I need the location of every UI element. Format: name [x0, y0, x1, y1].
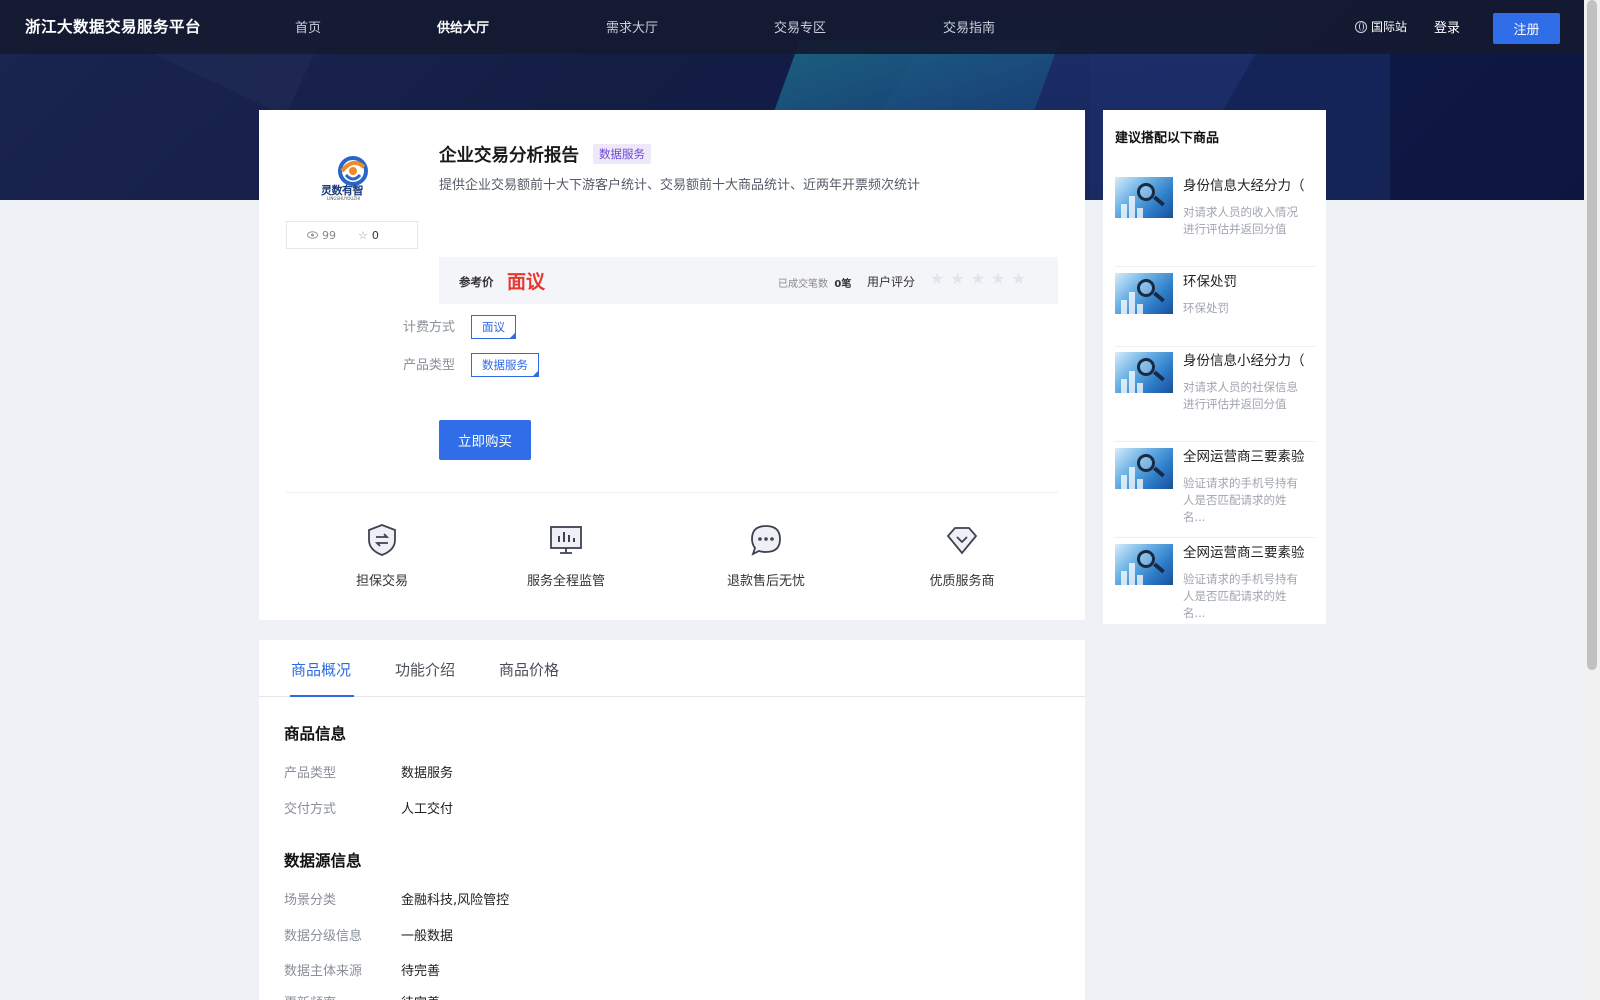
star-outline-icon: ☆	[358, 228, 368, 242]
recommendation-item[interactable]: 环保处罚 环保处罚	[1115, 273, 1315, 347]
recommendation-desc: 环保处罚	[1183, 301, 1229, 315]
brand-logo[interactable]: 浙江大数据交易服务平台	[25, 15, 201, 37]
feature-quality-provider: 优质服务商	[892, 522, 1032, 589]
info-value: 金融科技,风险管控	[401, 893, 510, 908]
info-key: 交付方式	[284, 802, 337, 817]
detail-tabs: 商品概况 功能介绍 商品价格	[259, 640, 1085, 697]
shield-exchange-icon	[368, 524, 396, 556]
register-button[interactable]: 注册	[1493, 13, 1560, 44]
recommendation-name: 身份信息大经分力（	[1183, 178, 1305, 194]
tab-overview[interactable]: 商品概况	[291, 659, 351, 680]
product-stats: 99 ☆ 0	[286, 221, 418, 249]
recommendation-item[interactable]: 全网运营商三要素验 验证请求的手机号持有人是否匹配请求的姓名...	[1115, 544, 1315, 624]
tab-pricing[interactable]: 商品价格	[499, 659, 559, 680]
recommendation-desc: 验证请求的手机号持有人是否匹配请求的姓名...	[1183, 572, 1298, 620]
product-thumbnail	[1115, 177, 1173, 218]
diamond-icon	[946, 527, 978, 555]
international-site-label: 国际站	[1371, 20, 1408, 34]
info-key: 数据主体来源	[284, 964, 363, 979]
info-key: 数据分级信息	[284, 929, 363, 944]
info-key: 更新频率	[284, 992, 336, 1000]
buy-now-button[interactable]: 立即购买	[439, 420, 531, 460]
product-tag: 数据服务	[593, 144, 651, 164]
monitor-chart-icon	[550, 526, 582, 554]
type-label: 产品类型	[403, 358, 456, 373]
feature-supervision: 服务全程监管	[496, 522, 636, 589]
section-title-data-source: 数据源信息	[284, 852, 362, 870]
recommendation-item[interactable]: 全网运营商三要素验 验证请求的手机号持有人是否匹配请求的姓名...	[1115, 448, 1315, 538]
deal-count-value: 0笔	[834, 279, 852, 290]
tab-features[interactable]: 功能介绍	[395, 659, 455, 680]
nav-demand-hall[interactable]: 需求大厅	[606, 17, 658, 36]
top-navigation-bar: 浙江大数据交易服务平台 首页 供给大厅 需求大厅 交易专区 交易指南 国际站 登…	[0, 0, 1600, 54]
info-value: 数据服务	[401, 766, 454, 781]
nav-trade-guide[interactable]: 交易指南	[943, 17, 995, 36]
product-thumbnail	[1115, 352, 1173, 393]
product-description: 提供企业交易额前十大下游客户统计、交易额前十大商品统计、近两年开票频次统计	[439, 178, 921, 193]
price-label: 参考价	[459, 275, 494, 289]
eye-icon	[307, 231, 318, 239]
recommendation-name: 环保处罚	[1183, 274, 1237, 290]
views-count: 99	[322, 228, 336, 242]
recommendation-name: 全网运营商三要素验	[1183, 449, 1305, 465]
recommendation-name: 身份信息小经分力（	[1183, 353, 1305, 369]
recommendation-desc: 验证请求的手机号持有人是否匹配请求的姓名...	[1183, 476, 1298, 524]
sidebar-title: 建议搭配以下商品	[1115, 131, 1220, 146]
info-key: 产品类型	[284, 766, 337, 781]
active-tab-indicator	[290, 695, 354, 697]
info-value: 一般数据	[401, 929, 454, 944]
section-title-product-info: 商品信息	[284, 725, 347, 743]
nav-trade-zone[interactable]: 交易专区	[774, 17, 826, 36]
feature-label: 优质服务商	[929, 574, 995, 589]
product-thumbnail	[1115, 273, 1173, 314]
login-link[interactable]: 登录	[1434, 17, 1460, 36]
feature-refund: 退款售后无忧	[696, 522, 836, 589]
product-thumbnail	[1115, 448, 1173, 489]
feature-guarantee: 担保交易	[312, 522, 452, 589]
nav-supply-hall[interactable]: 供给大厅	[437, 17, 489, 36]
recommendation-desc: 对请求人员的收入情况进行评估并返回分值	[1183, 205, 1298, 236]
rating-label: 用户评分	[867, 275, 916, 289]
international-site-link[interactable]: 国际站	[1355, 18, 1407, 35]
price-box: 参考价 面议 已成交笔数 0笔 用户评分 ★★★★★	[439, 257, 1058, 304]
price-value: 面议	[507, 271, 546, 293]
info-value: 人工交付	[401, 802, 454, 817]
recommendation-desc: 对请求人员的社保信息进行评估并返回分值	[1183, 380, 1298, 411]
recommendation-item[interactable]: 身份信息小经分力（ 对请求人员的社保信息进行评估并返回分值	[1115, 352, 1315, 442]
product-title: 企业交易分析报告	[439, 146, 579, 166]
feature-label: 服务全程监管	[526, 574, 605, 589]
product-card: 灵数有智 LINGSHUYOUZHI 99 ☆ 0 企业交易分析报告 数据服务 …	[259, 110, 1085, 620]
billing-label: 计费方式	[403, 320, 456, 335]
divider	[286, 492, 1058, 493]
globe-icon	[1355, 20, 1367, 33]
product-thumbnail	[1115, 544, 1173, 585]
info-value: 待完善	[401, 964, 441, 979]
deal-count: 已成交笔数 0笔	[778, 275, 851, 290]
vendor-logo-subtext: LINGSHUYOUZHI	[327, 196, 361, 201]
rating-stars[interactable]: ★★★★★	[930, 269, 1032, 288]
type-option[interactable]: 数据服务	[471, 353, 539, 377]
product-detail-panel: 商品概况 功能介绍 商品价格 商品信息 产品类型 数据服务 交付方式 人工交付 …	[259, 640, 1085, 1000]
nav-home[interactable]: 首页	[295, 17, 321, 36]
page-scrollbar-thumb[interactable]	[1587, 0, 1597, 670]
feature-label: 退款售后无忧	[726, 574, 805, 589]
recommendation-name: 全网运营商三要素验	[1183, 545, 1305, 561]
favorites-stat[interactable]: ☆ 0	[358, 229, 379, 242]
info-key: 场景分类	[284, 893, 337, 908]
views-stat: 99	[307, 229, 336, 242]
chat-bubble-icon	[751, 525, 781, 556]
info-value: 待完善	[401, 992, 440, 1000]
recommendation-sidebar: 建议搭配以下商品 身份信息大经分力（ 对请求人员的收入情况进行评估并返回分值 环…	[1103, 110, 1326, 624]
billing-option[interactable]: 面议	[471, 315, 516, 339]
deal-count-label: 已成交笔数	[778, 279, 828, 290]
feature-label: 担保交易	[355, 574, 408, 589]
recommendation-item[interactable]: 身份信息大经分力（ 对请求人员的收入情况进行评估并返回分值	[1115, 177, 1315, 267]
favorites-count: 0	[371, 228, 379, 242]
